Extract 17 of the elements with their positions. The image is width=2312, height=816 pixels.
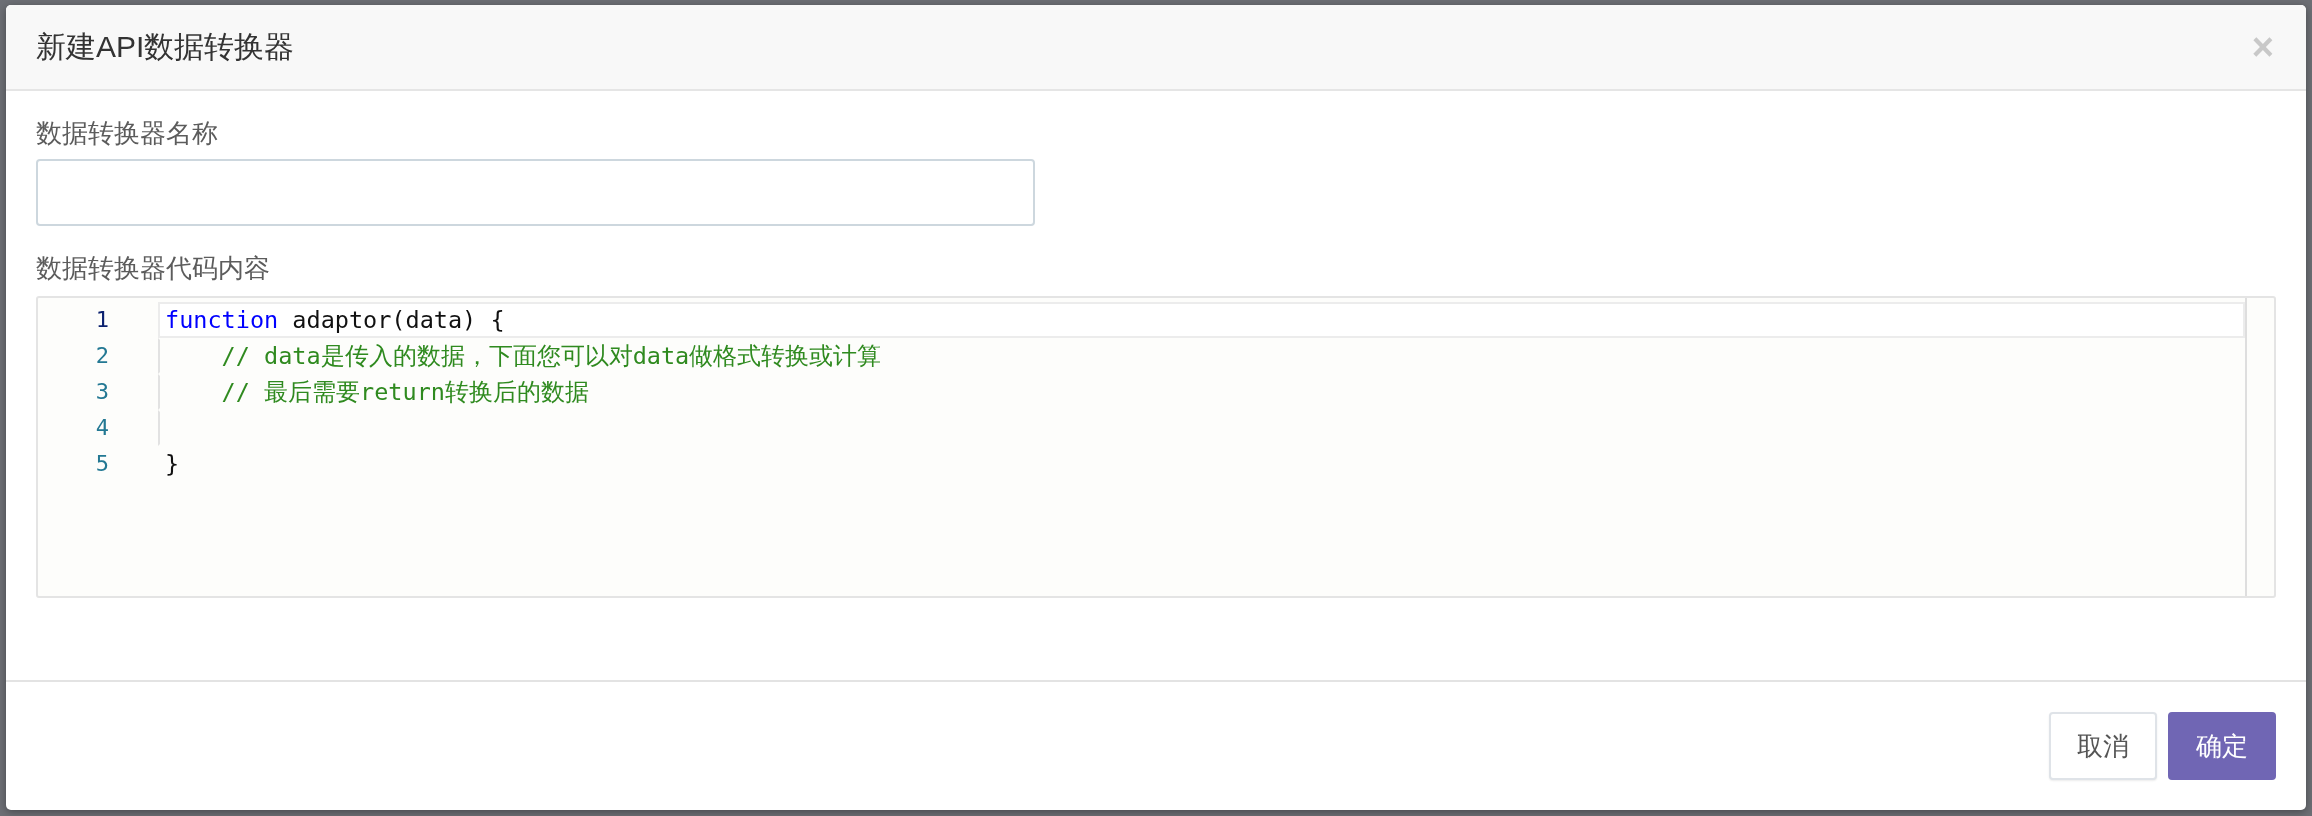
line-number: 3 <box>94 378 110 406</box>
line-number: 1 <box>94 306 110 334</box>
field-label: 数据转换器代码内容 <box>36 252 270 285</box>
line-number: 5 <box>94 450 110 478</box>
code-comment: // 最后需要return转换后的数据 <box>220 378 589 406</box>
confirm-button[interactable]: 确定 <box>2168 712 2276 780</box>
code-text: } <box>165 450 180 478</box>
dialog-title: 新建API数据转换器 <box>36 28 295 65</box>
line-number: 2 <box>94 342 110 370</box>
code-comment: // data是传入的数据，下面您可以对data做格式转换或计算 <box>220 342 882 370</box>
name-input[interactable] <box>36 159 1035 226</box>
code-editor[interactable]: 1 2 3 4 5 function adaptor(data) { // data是传入的数据，下面您可以对data做格式转换或计算 // 最后需要return转换后的数据 } <box>36 296 2276 598</box>
field-label: 数据转换器名称 <box>36 117 218 150</box>
code-keyword: function <box>165 306 279 334</box>
code-text: adaptor(data) { <box>291 306 505 334</box>
line-number: 4 <box>94 414 110 442</box>
cancel-button[interactable]: 取消 <box>2049 712 2157 780</box>
